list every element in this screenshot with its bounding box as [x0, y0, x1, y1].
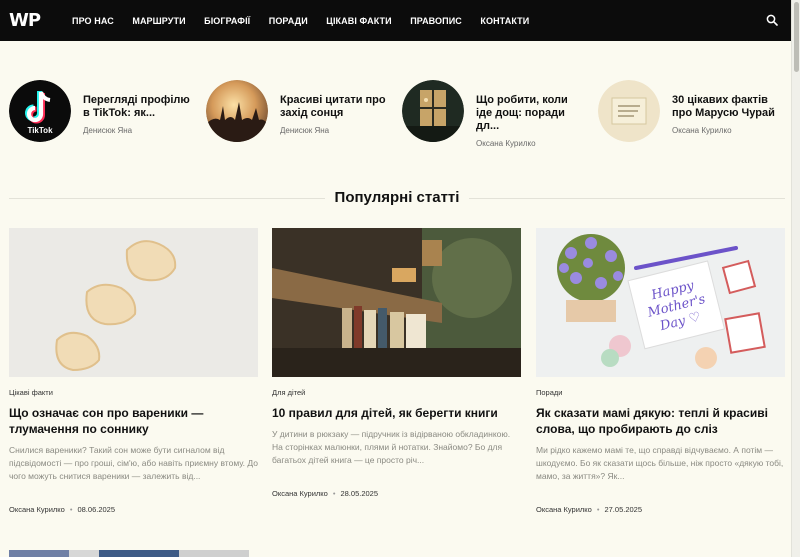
featured-title[interactable]: Що робити, коли іде дощ: поради дл... — [476, 94, 586, 133]
article-category[interactable]: Для дітей — [272, 388, 521, 397]
article-author[interactable]: Оксана Курилко — [536, 505, 592, 514]
nav-item-spelling[interactable]: ПРАВОПИС — [410, 16, 462, 26]
popular-section-header: Популярні статті — [9, 189, 785, 207]
svg-text:TikTok: TikTok — [27, 126, 53, 135]
featured-item[interactable]: Що робити, коли іде дощ: поради дл... Ок… — [402, 80, 586, 148]
search-icon[interactable] — [766, 14, 778, 26]
meta-separator: • — [332, 489, 336, 498]
nav-item-facts[interactable]: ЦІКАВІ ФАКТИ — [326, 16, 391, 26]
featured-author[interactable]: Денисюк Яна — [280, 126, 390, 135]
article-meta: Оксана Курилко • 27.05.2025 — [536, 505, 785, 514]
meta-separator: • — [596, 505, 600, 514]
featured-thumbnail[interactable] — [598, 80, 660, 142]
article-meta: Оксана Курилко • 08.06.2025 — [9, 505, 258, 514]
article-date: 27.05.2025 — [604, 505, 643, 514]
article-category[interactable]: Цікаві факти — [9, 388, 258, 397]
article-card[interactable]: Цікаві факти Що означає сон про вареники… — [9, 228, 258, 514]
featured-item[interactable]: TikTok Переглядi профілю в TikTok: як...… — [9, 80, 193, 146]
featured-item[interactable]: Красиві цитати про захід сонця Денисюк Я… — [206, 80, 390, 146]
featured-author[interactable]: Оксана Курилко — [672, 126, 782, 135]
featured-title[interactable]: Красиві цитати про захід сонця — [280, 94, 390, 120]
scrollbar-thumb[interactable] — [794, 2, 799, 72]
nav-item-biographies[interactable]: БІОГРАФІЇ — [204, 16, 250, 26]
featured-title[interactable]: Переглядi профілю в TikTok: як... — [83, 94, 193, 120]
featured-item[interactable]: 30 цікавих фактів про Марусю Чурай Оксан… — [598, 80, 782, 146]
nav-item-tips[interactable]: ПОРАДИ — [269, 16, 308, 26]
top-navbar: WP ПРО НАС МАРШРУТИ БІОГРАФІЇ ПОРАДИ ЦІК… — [0, 0, 791, 41]
book-cover-photo — [598, 80, 660, 142]
article-image[interactable]: Happy Mother's Day ♡ — [536, 228, 785, 377]
featured-thumbnail[interactable] — [206, 80, 268, 142]
sunset-photo — [206, 80, 268, 142]
dumplings-photo — [9, 228, 258, 377]
article-category[interactable]: Поради — [536, 388, 785, 397]
section-title: Популярні статті — [9, 189, 785, 206]
page-scrollbar[interactable] — [791, 0, 800, 557]
article-date: 28.05.2025 — [340, 489, 379, 498]
books-shelf-photo — [272, 228, 521, 377]
article-title[interactable]: Як сказати мамі дякую: теплі й красиві с… — [536, 405, 785, 437]
nav-item-about[interactable]: ПРО НАС — [72, 16, 114, 26]
article-card[interactable]: Для дітей 10 правил для дітей, як берегт… — [272, 228, 521, 498]
article-meta: Оксана Курилко • 28.05.2025 — [272, 489, 521, 498]
article-author[interactable]: Оксана Курилко — [9, 505, 65, 514]
featured-author[interactable]: Оксана Курилко — [476, 139, 586, 148]
article-excerpt: У дитини в рюкзаку — підручник із відірв… — [272, 429, 511, 465]
article-excerpt: Ми рідко кажемо мамі те, що справді відч… — [536, 445, 784, 481]
article-date: 08.06.2025 — [77, 505, 116, 514]
article-image[interactable] — [272, 228, 521, 377]
nav-item-routes[interactable]: МАРШРУТИ — [132, 16, 185, 26]
featured-thumbnail[interactable]: TikTok — [9, 80, 71, 142]
nav-item-contacts[interactable]: КОНТАКТИ — [480, 16, 529, 26]
meta-separator: • — [69, 505, 73, 514]
featured-author[interactable]: Денисюк Яна — [83, 126, 193, 135]
article-title[interactable]: 10 правил для дітей, як берегти книги — [272, 405, 521, 421]
article-excerpt: Снилися вареники? Такий сон може бути си… — [9, 445, 258, 481]
featured-title[interactable]: 30 цікавих фактів про Марусю Чурай — [672, 94, 782, 120]
next-row-image-partial — [9, 550, 249, 557]
article-image[interactable] — [9, 228, 258, 377]
article-author[interactable]: Оксана Курилко — [272, 489, 328, 498]
article-card[interactable]: Happy Mother's Day ♡ Поради Як сказати м… — [536, 228, 785, 514]
tiktok-logo-icon: TikTok — [9, 80, 71, 142]
article-title[interactable]: Що означає сон про вареники — тлумачення… — [9, 405, 258, 437]
featured-posts: TikTok Переглядi профілю в TikTok: як...… — [0, 80, 791, 150]
mothers-day-photo: Happy Mother's Day ♡ — [536, 228, 785, 377]
site-logo[interactable]: WP — [9, 9, 41, 31]
flower-pot — [557, 234, 625, 322]
page: WP ПРО НАС МАРШРУТИ БІОГРАФІЇ ПОРАДИ ЦІК… — [0, 0, 800, 557]
featured-thumbnail[interactable] — [402, 80, 464, 142]
rainy-window-photo — [402, 80, 464, 142]
main-nav: ПРО НАС МАРШРУТИ БІОГРАФІЇ ПОРАДИ ЦІКАВІ… — [72, 0, 548, 41]
